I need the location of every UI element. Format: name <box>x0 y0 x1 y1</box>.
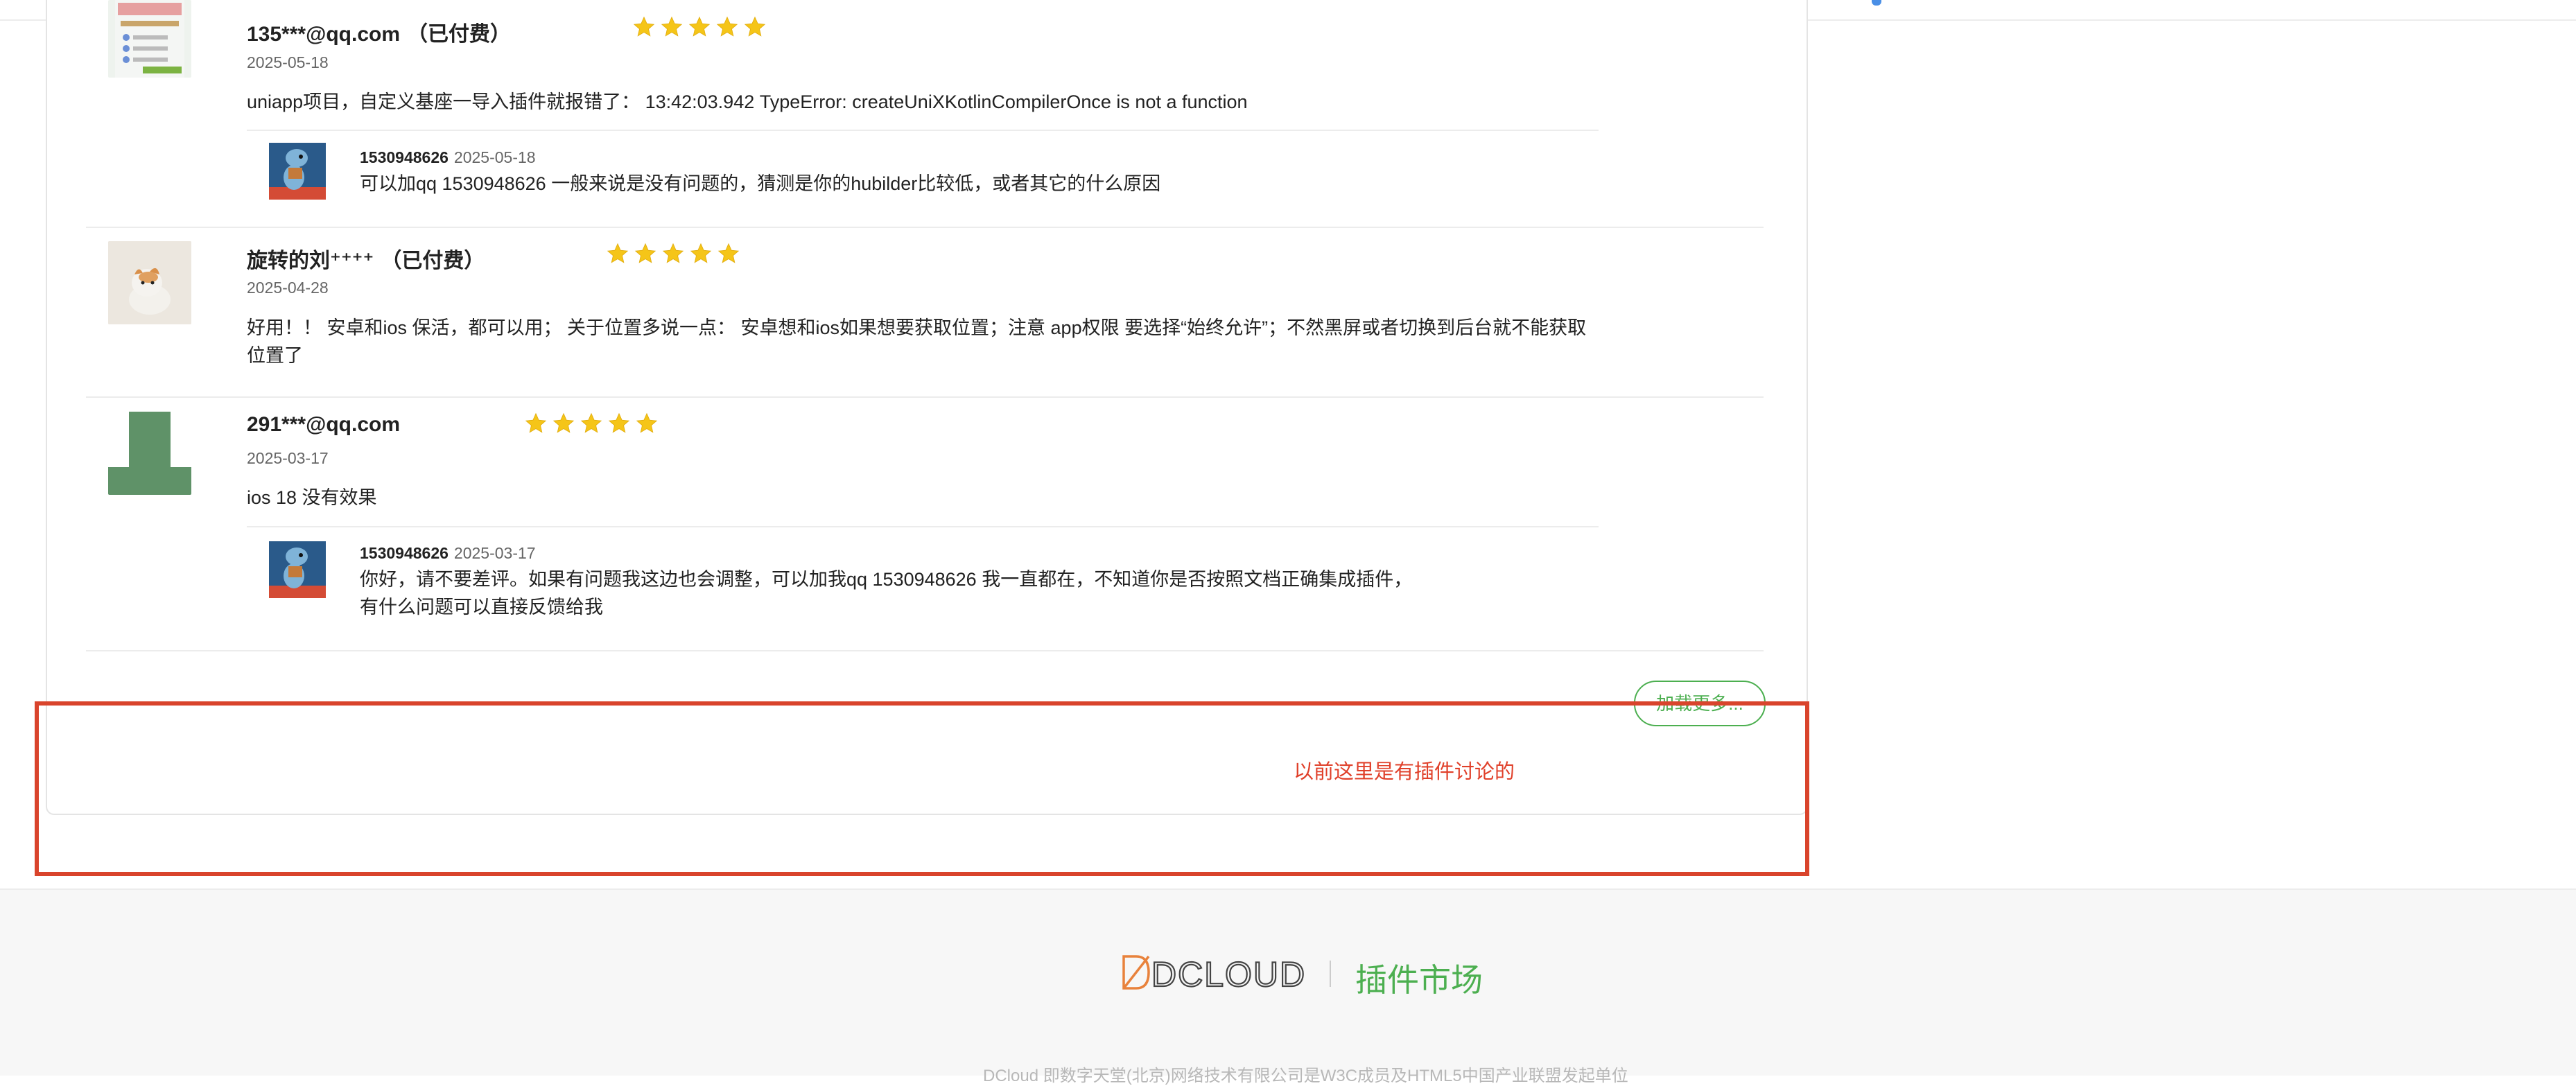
reply-text: 可以加qq 1530948626 一般来说是没有问题的，猜测是你的hubilde… <box>360 173 1161 194</box>
reviews-card: 135***@qq.com （已付费） 2025-05-18 uniapp项目，自… <box>46 0 1808 815</box>
star-icon <box>633 16 655 37</box>
annotation-box <box>35 701 1809 876</box>
star-icon <box>661 16 683 37</box>
review-date: 2025-05-18 <box>247 53 329 71</box>
star-icon <box>716 16 738 37</box>
review-item: 291***@qq.com 2025-03-17 ios 18 没有效果 153… <box>86 396 1764 651</box>
review-username: 291***@qq.com <box>247 413 401 436</box>
reply-avatar <box>269 541 326 598</box>
annotation-text: 以前这里是有插件讨论的 <box>1294 761 1515 783</box>
star-icon <box>634 243 656 263</box>
avatar <box>108 241 191 324</box>
review-item: 135***@qq.com （已付费） 2025-05-18 uniapp项目，自… <box>86 0 1764 228</box>
review-item: 旋转的刘⁺⁺⁺⁺ （已付费） 2025-04-28 好用！！ 安卓和ios 保活，… <box>86 227 1764 398</box>
star-icon <box>690 243 712 263</box>
footer-market-link[interactable]: 插件市场 <box>1355 955 1483 1001</box>
rating-stars <box>606 242 740 265</box>
reply-header: 1530948626 2025-05-18 <box>360 148 536 167</box>
star-icon <box>636 412 658 433</box>
reply-author: 1530948626 <box>360 544 449 562</box>
avatar <box>108 412 191 495</box>
star-icon <box>688 16 711 37</box>
star-icon <box>525 412 547 433</box>
review-content: ios 18 没有效果 <box>247 487 377 508</box>
dcloud-logo[interactable]: DCLOUD <box>1121 954 1308 991</box>
star-icon <box>662 243 684 263</box>
footer-divider <box>1330 961 1331 987</box>
reply-avatar <box>269 143 326 200</box>
reply-item: 1530948626 2025-03-17 你好，请不要差评。如果有问题我这边也会… <box>247 526 1599 651</box>
star-icon <box>552 412 575 433</box>
review-username: 135***@qq.com （已付费） <box>247 23 512 46</box>
star-icon <box>744 16 766 37</box>
review-date: 2025-04-28 <box>247 279 329 297</box>
reply-header: 1530948626 2025-03-17 <box>360 544 536 563</box>
review-content: 好用！！ 安卓和ios 保活，都可以用； 关于位置多说一点： 安卓想和ios如果… <box>247 317 1587 366</box>
avatar <box>108 0 191 78</box>
star-icon <box>608 412 630 433</box>
rating-stars <box>524 412 659 435</box>
reply-date: 2025-05-18 <box>453 148 536 166</box>
review-content: uniapp项目，自定义基座一导入插件就报错了： 13:42:03.942 Ty… <box>247 91 1248 112</box>
star-icon <box>607 243 629 263</box>
review-username: 旋转的刘⁺⁺⁺⁺ （已付费） <box>247 249 485 272</box>
star-icon <box>580 412 602 433</box>
rating-stars <box>632 15 767 39</box>
reply-item: 1530948626 2025-05-18 可以加qq 1530948626 一般… <box>247 130 1599 228</box>
reply-date: 2025-03-17 <box>453 544 536 562</box>
review-date: 2025-03-17 <box>247 449 329 467</box>
star-icon <box>717 243 740 263</box>
tab-indicator-icon <box>1872 0 1881 6</box>
dcloud-logo-icon: DCLOUD <box>1122 954 1306 991</box>
reply-text: 你好，请不要差评。如果有问题我这边也会调整，可以加我qq 1530948626 … <box>360 569 1413 618</box>
reply-author: 1530948626 <box>360 148 449 166</box>
svg-text:DCLOUD: DCLOUD <box>1151 955 1306 991</box>
